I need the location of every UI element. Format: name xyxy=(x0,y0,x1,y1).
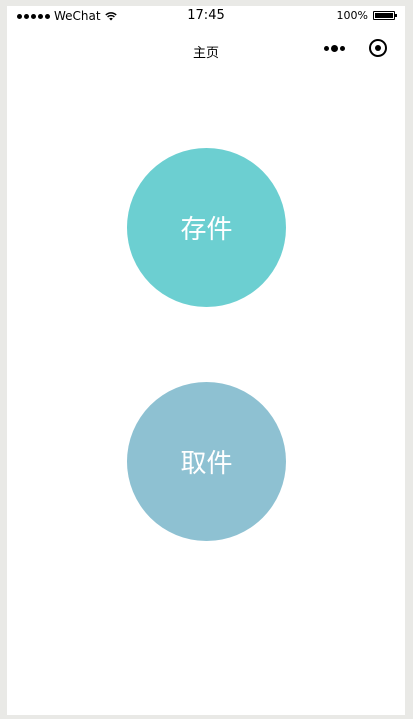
store-button-label: 存件 xyxy=(180,215,233,245)
pickup-button-label: 取件 xyxy=(180,449,233,479)
battery-percent: 100% xyxy=(336,9,368,22)
battery-icon xyxy=(373,11,397,20)
status-right: 100% xyxy=(336,9,397,22)
status-bar: WeChat 17:45 100% xyxy=(7,6,405,28)
pickup-button[interactable]: 取件 xyxy=(127,382,286,541)
nav-bar: 主页 xyxy=(7,28,405,72)
store-button[interactable]: 存件 xyxy=(127,148,286,307)
close-icon[interactable] xyxy=(369,39,387,57)
battery-fill xyxy=(375,13,393,18)
more-icon[interactable] xyxy=(324,44,345,52)
capsule-menu xyxy=(324,39,387,57)
phone-screen: WeChat 17:45 100% 主页 存件 取件 xyxy=(7,6,405,715)
